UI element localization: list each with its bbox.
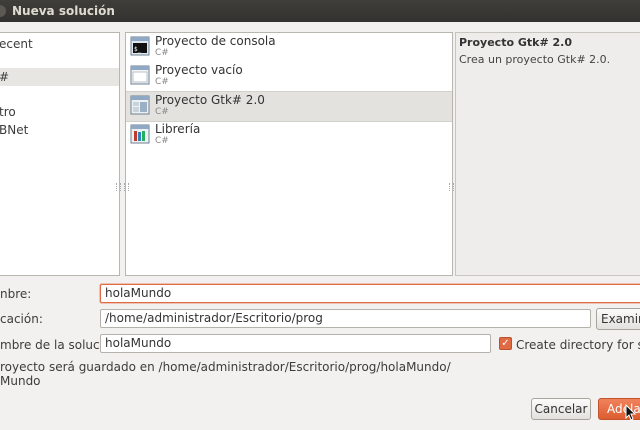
browse-button[interactable]: Examinar: [596, 308, 640, 330]
pane-resize-handle[interactable]: [449, 183, 454, 191]
description-title: Proyecto Gtk# 2.0: [459, 36, 572, 49]
solution-name-input[interactable]: holaMundo: [100, 334, 491, 353]
project-name-input[interactable]: holaMundo: [100, 284, 640, 303]
template-item[interactable]: $_ Proyecto de consola C#: [126, 33, 452, 62]
template-language: C#: [155, 77, 169, 87]
category-item[interactable]: tro: [0, 103, 119, 121]
create-directory-checkbox[interactable]: ✓: [499, 337, 512, 350]
console-project-icon: $_: [130, 36, 150, 56]
description-text: Crea un proyecto Gtk# 2.0.: [459, 53, 611, 66]
template-description-panel: Proyecto Gtk# 2.0 Crea un proyecto Gtk# …: [455, 32, 640, 276]
template-language: C#: [155, 107, 169, 117]
category-list: ecent # tro BNet: [0, 32, 121, 276]
save-path-info: royecto será guardado en /home/administr…: [0, 360, 451, 374]
create-directory-label: Create directory for solution: [516, 338, 640, 352]
window-title: Nueva solución: [12, 4, 115, 18]
template-name: Proyecto Gtk# 2.0: [155, 93, 265, 107]
location-label: cación:: [0, 312, 43, 326]
template-name: Proyecto vacío: [155, 63, 243, 77]
template-language: C#: [155, 48, 169, 58]
template-name: Librería: [155, 122, 201, 136]
pane-resize-handle[interactable]: [116, 183, 121, 191]
gtk-project-icon: [130, 95, 150, 115]
category-label: ecent: [0, 37, 33, 51]
template-item[interactable]: Librería C#: [126, 121, 452, 150]
category-label: BNet: [0, 123, 29, 137]
template-name: Proyecto de consola: [155, 34, 276, 48]
location-input[interactable]: /home/administrador/Escritorio/prog: [100, 309, 591, 328]
category-item[interactable]: ecent: [0, 35, 119, 53]
cancel-button[interactable]: Cancelar: [531, 398, 591, 420]
category-item[interactable]: BNet: [0, 121, 119, 139]
library-icon: [130, 124, 150, 144]
category-label: #: [0, 70, 10, 84]
template-list: $_ Proyecto de consola C# Proyecto vacío…: [124, 32, 454, 276]
project-name-label: nbre:: [0, 287, 32, 301]
template-language: C#: [155, 136, 169, 146]
save-path-info-continued: Mundo: [0, 374, 41, 388]
category-label: tro: [0, 105, 16, 119]
category-item[interactable]: #: [0, 68, 119, 86]
window-close-icon[interactable]: [0, 5, 6, 17]
empty-project-icon: [130, 65, 150, 85]
template-item[interactable]: Proyecto vacío C#: [126, 62, 452, 91]
mouse-pointer-icon: [625, 404, 637, 421]
title-bar: Nueva solución: [0, 0, 640, 22]
svg-text:$_: $_: [134, 46, 142, 53]
template-item[interactable]: Proyecto Gtk# 2.0 C#: [126, 91, 452, 122]
pane-resize-handle[interactable]: [124, 183, 129, 191]
